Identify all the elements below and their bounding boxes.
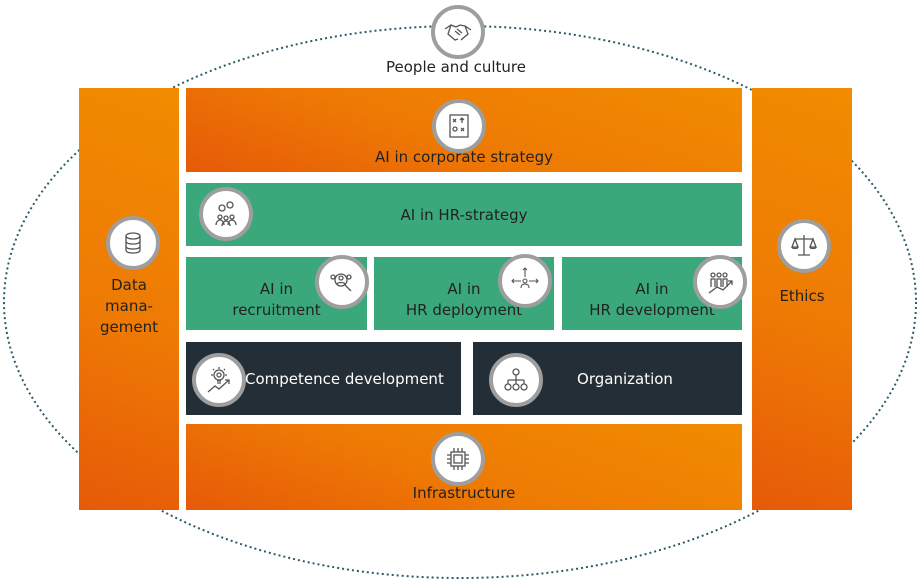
competence-label: Competence development: [245, 370, 444, 388]
handshake-icon: [431, 5, 485, 59]
label-line: mana-: [105, 297, 153, 315]
hr-strategy-label: AI in HR-strategy: [400, 206, 528, 224]
scales-icon: [777, 219, 831, 273]
chip-icon: [431, 432, 485, 486]
org-chart-icon: [489, 353, 543, 407]
infrastructure-label: Infrastructure: [412, 484, 516, 502]
organization-label: Organization: [577, 370, 673, 388]
person-arrows-icon: [498, 254, 552, 308]
people-culture-label: People and culture: [386, 58, 526, 76]
lightbulb-growth-icon: [192, 353, 246, 407]
data-management-label: Data mana-gement: [79, 275, 179, 338]
people-search-icon: [315, 255, 369, 309]
strategy-board-icon: [432, 99, 486, 153]
people-growth-icon: [693, 255, 747, 309]
gears-people-icon: [199, 187, 253, 241]
label-line: gement: [100, 318, 158, 336]
label-line: Data: [111, 276, 147, 294]
database-icon: [106, 216, 160, 270]
ethics-label: Ethics: [779, 287, 825, 305]
